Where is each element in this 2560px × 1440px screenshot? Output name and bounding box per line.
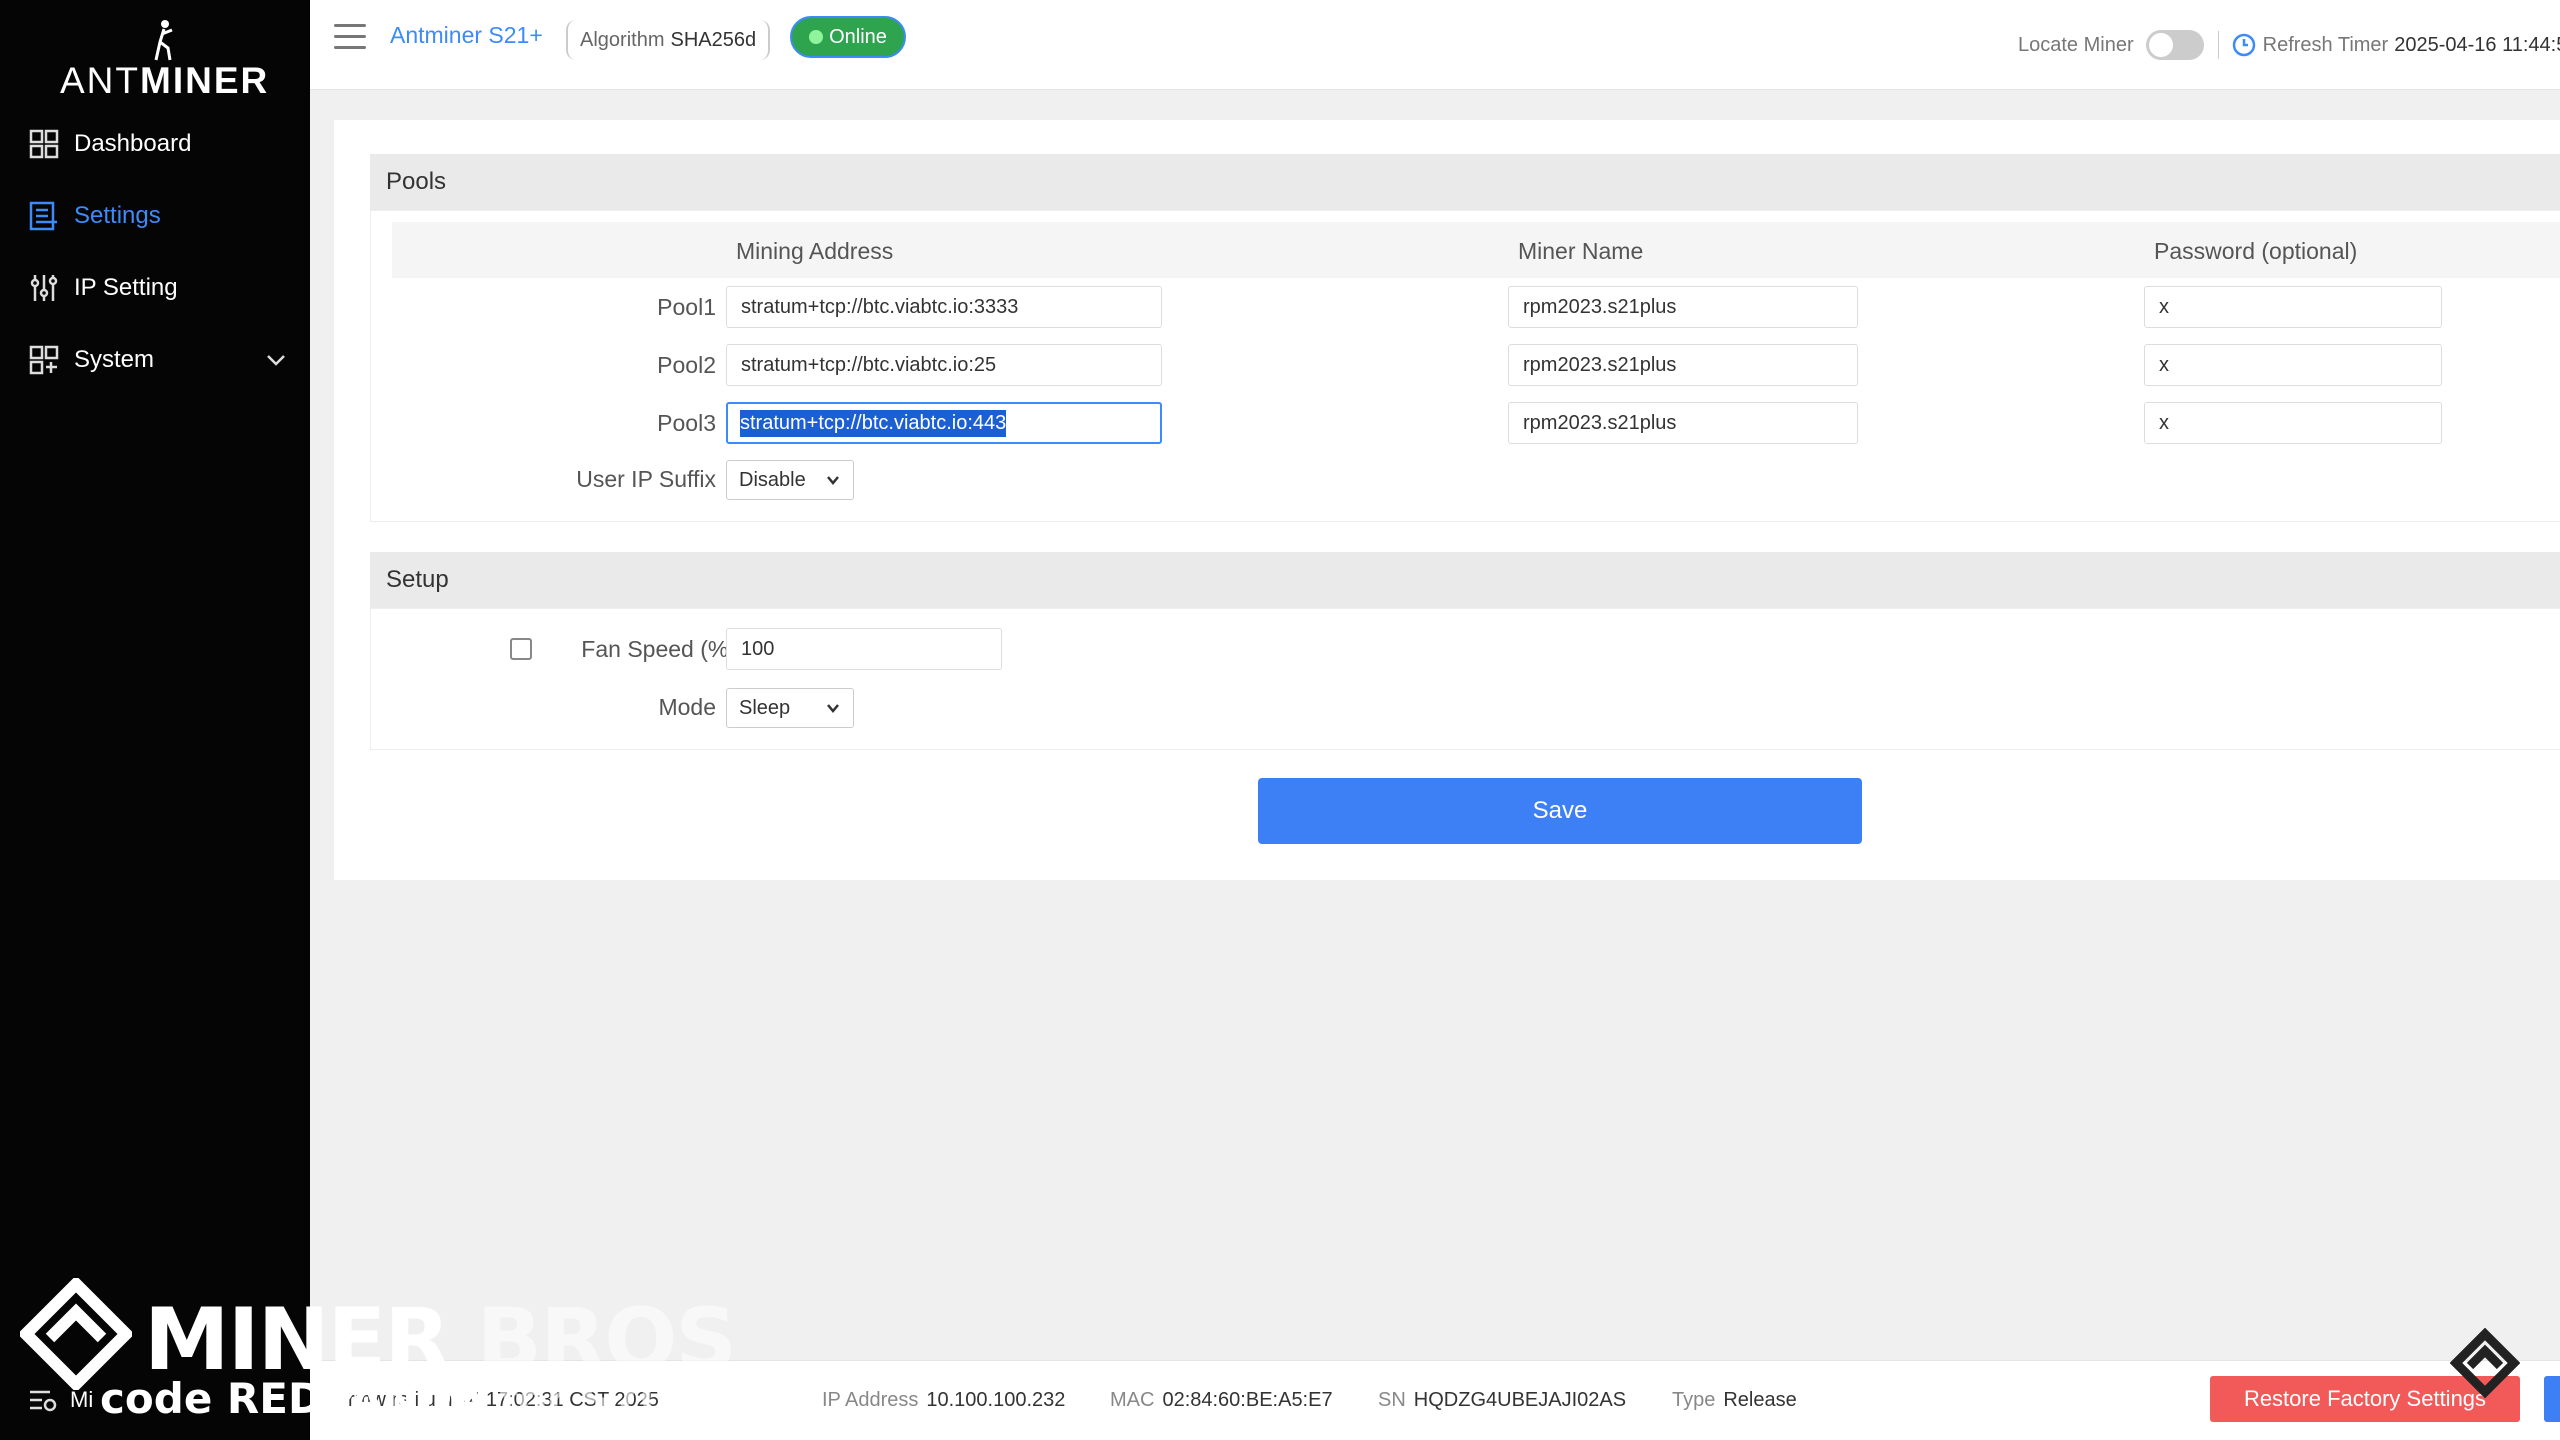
pool3-label: Pool3 — [657, 410, 716, 436]
status-badge: Online — [790, 16, 906, 58]
pool1-password-input[interactable]: x — [2144, 286, 2442, 328]
ip-label: IP Address — [822, 1389, 919, 1411]
pool2-address-input[interactable]: stratum+tcp://btc.viabtc.io:25 — [726, 344, 1162, 386]
fan-speed-label: Fan Speed (%) — [581, 636, 736, 662]
locate-miner-toggle[interactable] — [2145, 30, 2204, 60]
sidebar-item-settings[interactable]: Settings — [28, 194, 288, 238]
chevron-down-icon — [267, 355, 285, 366]
menu-icon[interactable] — [334, 24, 366, 52]
pool2-password-input[interactable]: x — [2144, 344, 2442, 386]
setup-section-header: Setup — [370, 552, 2560, 608]
pool1-address-input[interactable]: stratum+tcp://btc.viabtc.io:3333 — [726, 286, 1162, 328]
pools-title: Pools — [386, 168, 447, 195]
logo-text-bold: MINER — [140, 60, 270, 101]
type-label: Type — [1672, 1389, 1716, 1411]
ip-suffix-select[interactable]: Disable — [726, 460, 854, 500]
sidebar-item-label: Settings — [74, 202, 161, 229]
mode-label: Mode — [658, 694, 716, 720]
sn-value: HQDZG4UBEJAJI02AS — [1413, 1389, 1627, 1411]
top-bar: Antminer S21+ Algorithm SHA256d Online L… — [310, 0, 2560, 90]
fan-speed-input[interactable]: 100 — [726, 628, 1002, 670]
sliders-icon — [28, 272, 60, 304]
chevron-down-icon — [827, 704, 839, 713]
sidebar-item-dashboard[interactable]: Dashboard — [28, 122, 288, 166]
algorithm-tag: Algorithm SHA256d — [566, 20, 771, 60]
logo-text-light: ANT — [60, 60, 140, 101]
algorithm-value: SHA256d — [670, 28, 757, 51]
action-button-edge[interactable] — [2544, 1376, 2560, 1422]
mac-label: MAC — [1110, 1389, 1155, 1411]
algorithm-label: Algorithm — [580, 28, 665, 51]
pools-section-header: Pools — [370, 154, 2560, 210]
corner-brand-icon — [2450, 1328, 2520, 1398]
pool1-label: Pool1 — [657, 294, 716, 320]
pool2-label: Pool2 — [657, 352, 716, 378]
mac-value: 02:84:60:BE:A5:E7 — [1162, 1389, 1333, 1411]
selected-text: stratum+tcp://btc.viabtc.io:443 — [740, 409, 1007, 437]
watermark-promo: code REDPANDA for $70 off — [100, 1374, 748, 1423]
setup-section-body — [370, 608, 2560, 750]
sidebar-item-label: Dashboard — [74, 130, 192, 157]
footer-type: Type Release — [1672, 1389, 1797, 1412]
pool2-miner-name-input[interactable]: rpm2023.s21plus — [1508, 344, 1858, 386]
refresh-icon[interactable] — [2231, 32, 2257, 58]
main-area: Antminer S21+ Algorithm SHA256d Online L… — [310, 0, 2560, 1440]
settings-panel: Pools Mining Address Miner Name Password… — [334, 120, 2560, 880]
refresh-timer-value: 2025-04-16 11:44:5 — [2394, 33, 2560, 56]
pool3-miner-name-input[interactable]: rpm2023.s21plus — [1508, 402, 1858, 444]
antminer-logo: ANTMINER — [60, 18, 267, 101]
ip-value: 10.100.100.232 — [926, 1389, 1066, 1411]
pool3-password-input[interactable]: x — [2144, 402, 2442, 444]
ip-suffix-label: User IP Suffix — [576, 466, 716, 492]
status-text: Online — [829, 25, 887, 48]
sidebar-item-system[interactable]: System — [28, 338, 288, 382]
miner-model: Antminer S21+ — [390, 22, 543, 48]
locate-miner-label: Locate Miner — [2018, 33, 2134, 56]
refresh-timer-label: Refresh Timer — [2262, 33, 2389, 56]
footer-ip: IP Address 10.100.100.232 — [822, 1389, 1065, 1412]
pool3-address-input[interactable]: stratum+tcp://btc.viabtc.io:443 — [726, 402, 1162, 444]
top-right-controls: Locate Miner Refresh Timer 2025-04-16 11… — [2018, 28, 2560, 62]
type-value: Release — [1723, 1389, 1797, 1411]
sidebar: ANTMINER Dashboard Settings IP Setting S… — [0, 0, 310, 1440]
sidebar-item-ip-setting[interactable]: IP Setting — [28, 266, 288, 310]
footer-mac: MAC 02:84:60:BE:A5:E7 — [1110, 1389, 1333, 1412]
setup-title: Setup — [386, 566, 449, 593]
sn-label: SN — [1378, 1389, 1406, 1411]
col-miner-name: Miner Name — [1518, 238, 1644, 264]
col-mining-address: Mining Address — [736, 238, 894, 264]
system-grid-icon — [28, 344, 60, 376]
watermark-overlay: MINER BROS code REDPANDA for $70 off — [20, 1270, 747, 1440]
mode-value: Sleep — [739, 696, 791, 719]
sidebar-item-label: System — [74, 346, 155, 373]
footer-sn: SN HQDZG4UBEJAJI02AS — [1378, 1389, 1626, 1412]
grid-icon — [28, 128, 60, 160]
pool1-miner-name-input[interactable]: rpm2023.s21plus — [1508, 286, 1858, 328]
save-button[interactable]: Save — [1258, 778, 1862, 844]
settings-doc-icon — [28, 200, 60, 232]
miner-figure-icon — [154, 20, 173, 61]
mode-select[interactable]: Sleep — [726, 688, 854, 728]
sidebar-item-label: IP Setting — [74, 274, 178, 301]
chevron-down-icon — [827, 476, 839, 485]
col-password: Password (optional) — [2154, 238, 2358, 264]
status-dot-icon — [809, 30, 824, 44]
ip-suffix-value: Disable — [739, 468, 806, 491]
